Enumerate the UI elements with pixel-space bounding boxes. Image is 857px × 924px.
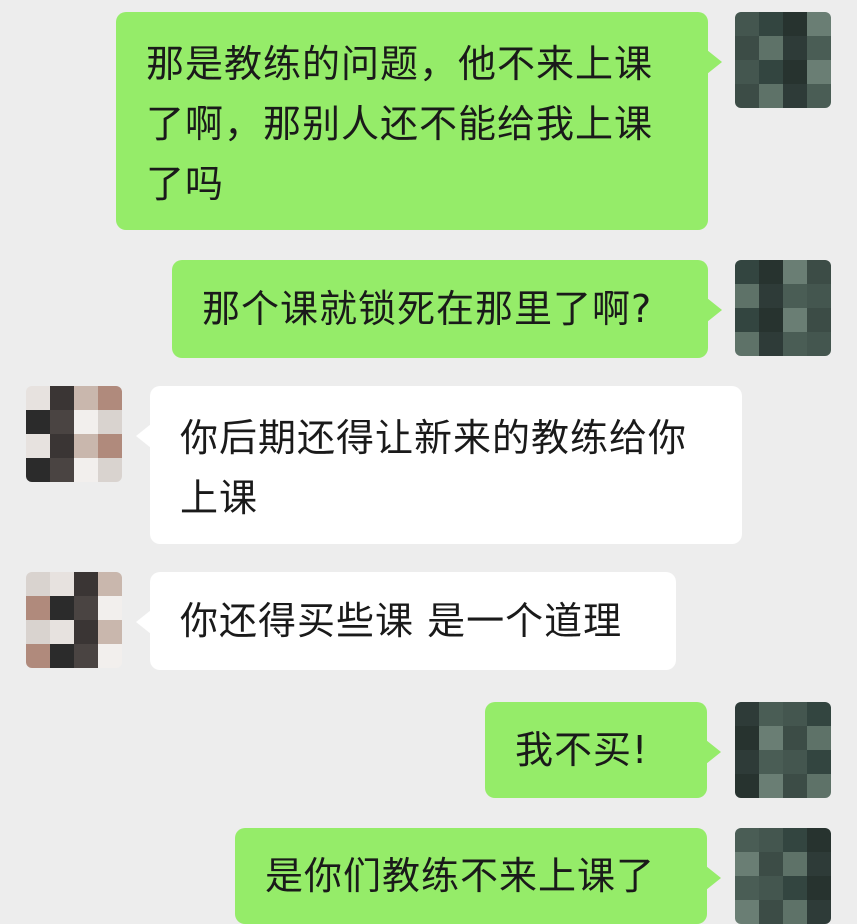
message-bubble-sent[interactable]: 那是教练的问题，他不来上课了啊，那别人还不能给我上课了吗 [116,12,722,230]
contact-avatar-icon[interactable] [26,386,122,482]
message-text: 我不买! [515,728,649,772]
message-text: 是你们教练不来上课了 [265,854,656,898]
message-bubble-sent[interactable]: 我不买! [485,702,721,798]
message-bubble-sent[interactable]: 是你们教练不来上课了 [235,828,721,924]
self-avatar-icon[interactable] [735,12,831,108]
contact-avatar-icon[interactable] [26,572,122,668]
chat-thread: 那是教练的问题，他不来上课了啊，那别人还不能给我上课了吗 那个课就锁死在那里了啊… [0,0,857,924]
message-bubble-sent[interactable]: 那个课就锁死在那里了啊? [172,260,722,358]
message-text: 你还得买些课 是一个道理 [180,599,623,643]
message-bubble-received[interactable]: 你还得买些课 是一个道理 [136,572,676,670]
message-bubble-received[interactable]: 你后期还得让新来的教练给你上课 [136,386,742,544]
self-avatar-icon[interactable] [735,260,831,356]
message-text: 那是教练的问题，他不来上课了啊，那别人还不能给我上课了吗 [146,42,654,206]
message-text: 你后期还得让新来的教练给你上课 [180,416,688,520]
message-text: 那个课就锁死在那里了啊? [202,287,653,331]
self-avatar-icon[interactable] [735,702,831,798]
self-avatar-icon[interactable] [735,828,831,924]
